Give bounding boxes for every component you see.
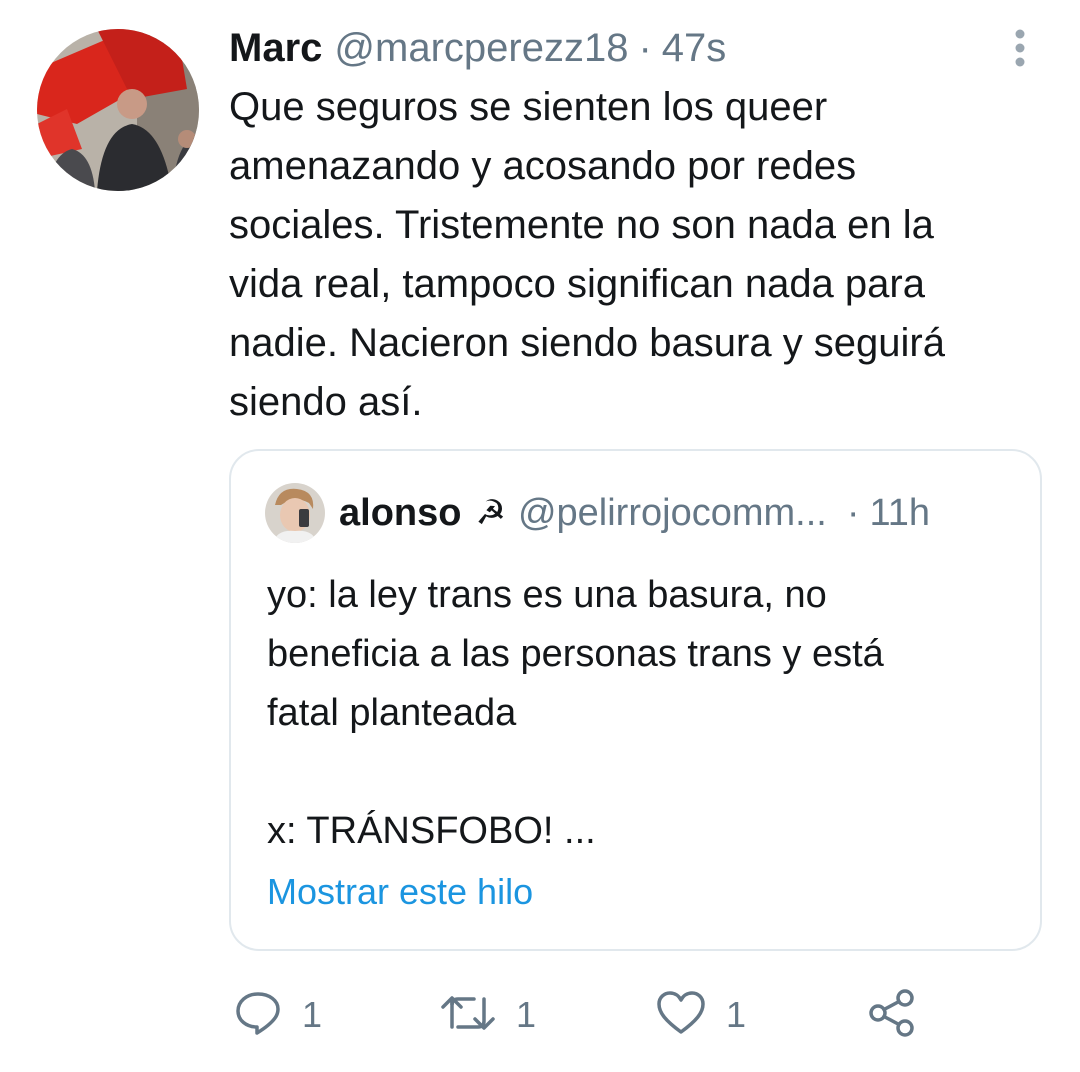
author-avatar[interactable] — [37, 29, 199, 191]
quoted-author-avatar[interactable] — [265, 483, 325, 543]
retweet-count: 1 — [516, 994, 537, 1035]
quoted-tweet-header: alonso ☭ @pelirrojocomm... · 11h — [339, 489, 930, 537]
quoted-author-name[interactable]: alonso — [339, 492, 461, 535]
reply-count: 1 — [302, 994, 323, 1035]
quoted-tweet[interactable]: alonso ☭ @pelirrojocomm... · 11h yo: la … — [229, 449, 1042, 951]
tweet-timestamp[interactable]: 47s — [662, 26, 727, 71]
reply-icon — [234, 989, 282, 1042]
like-count: 1 — [726, 994, 747, 1035]
heart-icon — [656, 989, 706, 1042]
retweet-button[interactable]: 1 — [440, 985, 536, 1045]
hammer-sickle-emoji: ☭ — [475, 494, 506, 532]
like-button[interactable]: 1 — [656, 985, 746, 1045]
reply-button[interactable]: 1 — [234, 985, 322, 1045]
header-separator: · — [638, 25, 652, 70]
author-name[interactable]: Marc — [229, 26, 322, 71]
quoted-tweet-timestamp[interactable]: 11h — [869, 492, 930, 535]
share-icon — [867, 988, 917, 1043]
tweet[interactable]: Marc @marcperezz18 · 47s Que seguros se … — [0, 0, 1080, 1072]
more-vertical-icon[interactable] — [1000, 28, 1040, 68]
author-handle[interactable]: @marcperezz18 — [334, 26, 628, 71]
quoted-author-handle[interactable]: @pelirrojocomm... — [518, 492, 827, 535]
tweet-actions: 1 1 1 — [229, 985, 1039, 1045]
tweet-header: Marc @marcperezz18 · 47s — [229, 24, 726, 72]
retweet-icon — [440, 989, 496, 1042]
quoted-header-separator: · — [846, 491, 860, 534]
show-thread-link[interactable]: Mostrar este hilo — [267, 871, 533, 913]
tweet-text: Que seguros se sienten los queer amenaza… — [229, 85, 945, 424]
quoted-tweet-text: yo: la ley trans es una basura, no benef… — [267, 574, 884, 852]
share-button[interactable] — [867, 985, 917, 1045]
